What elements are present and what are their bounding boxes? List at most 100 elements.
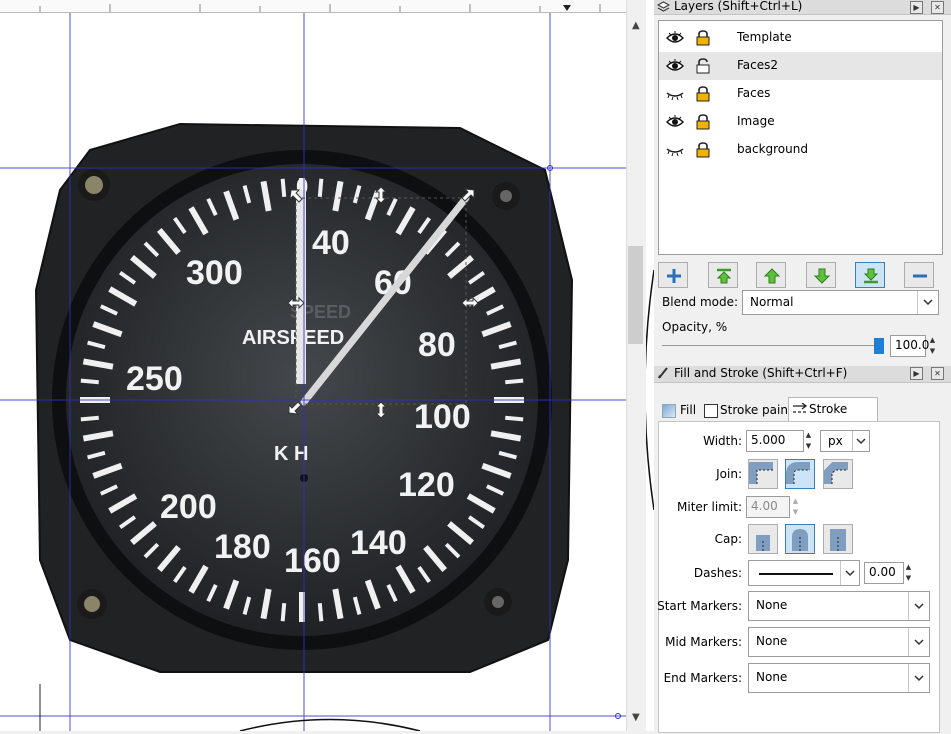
gauge-label-80: 80 [418, 326, 456, 364]
layer-list[interactable]: Template Faces2 Faces Image background [658, 20, 943, 255]
layers-panel-title: Layers (Shift+Ctrl+L) [674, 0, 803, 13]
layer-row-faces2[interactable]: Faces2 [659, 52, 942, 80]
eye-open-icon[interactable] [666, 115, 684, 129]
drawing-canvas[interactable]: 0 40 60 80 100 120 140 160 180 200 250 3… [0, 0, 626, 731]
end-markers-label: End Markers: [663, 671, 742, 685]
width-unit-value: px [828, 434, 843, 448]
cap-butt-button[interactable] [748, 524, 778, 554]
opacity-spinner[interactable]: ▲ ▼ [928, 335, 938, 357]
gauge-tick [80, 415, 99, 422]
panel-iconify-button[interactable]: ▶ [910, 367, 923, 380]
start-markers-select[interactable]: None [748, 591, 930, 621]
spin-up-icon[interactable]: ▲ [791, 496, 800, 506]
layer-name: Faces [737, 86, 771, 100]
arrow-down-icon [813, 268, 831, 284]
dash-offset-input[interactable]: 0.00 [864, 562, 904, 584]
eye-closed-icon[interactable] [666, 87, 684, 101]
layer-row-template[interactable]: Template [659, 24, 942, 52]
spin-up-icon[interactable]: ▲ [804, 430, 813, 440]
lock-closed-icon[interactable] [696, 114, 710, 130]
opacity-slider[interactable] [662, 338, 884, 354]
layer-name: Image [737, 114, 775, 128]
gauge-tick [280, 178, 287, 197]
cap-square-icon [830, 529, 846, 551]
spin-down-icon[interactable]: ▼ [928, 346, 937, 356]
raise-layer-button[interactable] [756, 262, 786, 288]
gauge-label-250: 250 [126, 360, 183, 398]
stroke-width-input[interactable]: 5.000 [746, 430, 804, 452]
dash-offset-spinner[interactable]: ▲ ▼ [904, 562, 914, 584]
tab-fill[interactable]: Fill [662, 399, 696, 421]
lower-to-bottom-button[interactable] [855, 262, 885, 288]
join-bevel-button[interactable] [823, 459, 853, 489]
spin-down-icon[interactable]: ▼ [791, 507, 800, 517]
dash-pattern-select[interactable] [748, 560, 860, 586]
panel-close-button[interactable]: ✕ [931, 1, 944, 14]
layer-name: background [737, 142, 808, 156]
panel-iconify-button[interactable]: ▶ [910, 1, 923, 14]
eye-open-icon[interactable] [666, 31, 684, 45]
add-layer-button[interactable] [658, 262, 688, 288]
scroll-thumb[interactable] [628, 246, 643, 344]
stroke-paint-icon [704, 404, 718, 418]
blend-mode-value: Normal [750, 295, 794, 309]
vertical-scrollbar[interactable]: ▲ ▼ [626, 0, 647, 731]
scroll-down-arrow[interactable]: ▼ [632, 712, 640, 723]
spin-down-icon[interactable]: ▼ [804, 441, 813, 451]
miter-limit-input[interactable]: 4.00 [746, 496, 790, 518]
gauge-label-300: 300 [186, 254, 243, 292]
gauge-tick [317, 178, 324, 197]
join-miter-button[interactable] [748, 459, 778, 489]
horizontal-ruler[interactable] [0, 0, 626, 13]
cap-round-button[interactable] [785, 524, 815, 554]
join-round-button[interactable] [785, 459, 815, 489]
gauge-label-160: 160 [284, 542, 341, 580]
raise-to-top-icon [716, 268, 732, 284]
spin-down-icon[interactable]: ▼ [904, 573, 913, 583]
lock-open-icon[interactable] [696, 58, 710, 74]
chevron-down-icon [852, 431, 869, 451]
gauge-tick [505, 378, 524, 385]
end-markers-value: None [756, 670, 788, 684]
eye-closed-icon[interactable] [666, 143, 684, 157]
spin-up-icon[interactable]: ▲ [904, 562, 913, 572]
lower-layer-button[interactable] [806, 262, 836, 288]
layer-row-background[interactable]: background [659, 136, 942, 164]
opacity-input[interactable]: 100.0 [890, 335, 929, 357]
gauge-title: AIRSPEED [242, 327, 344, 349]
tab-stroke-style[interactable]: Stroke style [788, 397, 878, 438]
gauge-label-40: 40 [312, 224, 350, 262]
scroll-up-arrow[interactable]: ▲ [632, 20, 640, 31]
lock-closed-icon[interactable] [696, 142, 710, 158]
lock-closed-icon[interactable] [696, 86, 710, 102]
miter-spinner[interactable]: ▲ ▼ [791, 496, 801, 518]
gauge-tick [505, 415, 524, 422]
end-markers-select[interactable]: None [748, 663, 930, 693]
raise-to-top-button[interactable] [708, 262, 738, 288]
layer-row-image[interactable]: Image [659, 108, 942, 136]
panel-close-button[interactable]: ✕ [931, 367, 944, 380]
width-unit-select[interactable]: px [820, 430, 870, 452]
blend-mode-label: Blend mode: [662, 295, 739, 309]
fill-flat-icon [662, 404, 676, 418]
lock-closed-icon[interactable] [696, 30, 710, 46]
chevron-down-icon [908, 664, 929, 692]
width-spinner[interactable]: ▲ ▼ [804, 430, 814, 452]
canvas-artwork: 0 40 60 80 100 120 140 160 180 200 250 3… [0, 12, 626, 731]
start-markers-value: None [756, 598, 788, 612]
chevron-down-icon [917, 291, 938, 314]
blend-mode-select[interactable]: Normal [742, 290, 939, 315]
tab-stroke-paint[interactable]: Stroke paint [704, 399, 793, 421]
cap-square-button[interactable] [823, 524, 853, 554]
layer-row-faces[interactable]: Faces [659, 80, 942, 108]
gauge-tick [80, 378, 99, 385]
mid-markers-select[interactable]: None [748, 627, 930, 657]
width-label: Width: [703, 434, 742, 448]
layer-name: Faces2 [737, 58, 779, 72]
chevron-down-icon [840, 561, 859, 585]
layers-icon [657, 1, 670, 12]
spin-up-icon[interactable]: ▲ [928, 335, 937, 345]
remove-layer-button[interactable] [904, 262, 934, 288]
opacity-slider-thumb[interactable] [874, 338, 884, 354]
eye-open-icon[interactable] [666, 59, 684, 73]
